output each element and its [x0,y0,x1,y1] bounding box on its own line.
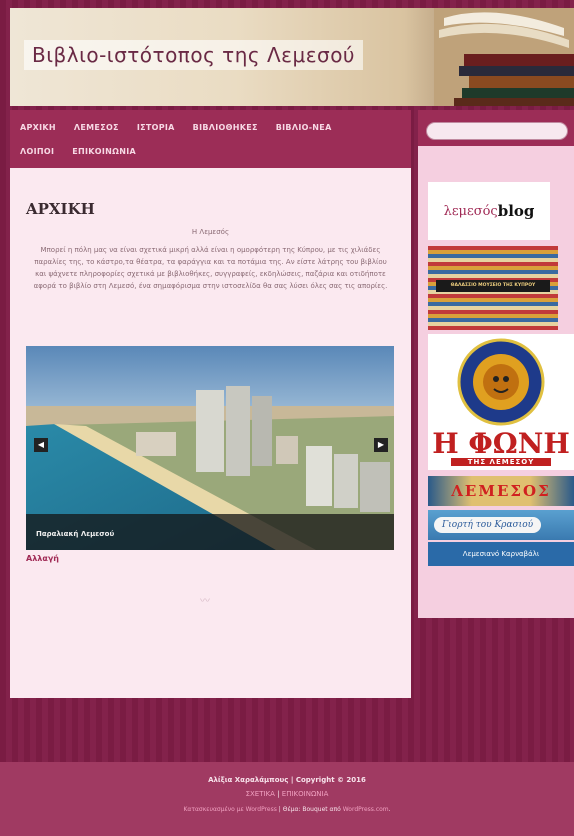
footer-about-link[interactable]: ΣΧΕΤΙΚΑ [246,790,275,798]
sidebar: λεμεσός blog ΘΑΛΑΣΣΙΟ ΜΟΥΣΕΙΟ ΤΗΣ ΚΥΠΡΟΥ … [418,110,574,618]
sidebar-search-bar [418,110,574,146]
lemesos-banner[interactable]: ΛΕΜΕΣΟΣ [428,476,574,506]
maritime-museum-banner[interactable]: ΘΑΛΑΣΣΙΟ ΜΟΥΣΕΙΟ ΤΗΣ ΚΥΠΡΟΥ [428,246,558,330]
footer-separator: | [277,790,280,798]
municipality-seal-banner[interactable] [428,334,574,430]
nav-item-libraries[interactable]: ΒΙΒΛΙΟΘΗΚΕΣ [193,116,258,140]
fonitis-lemesou-banner[interactable]: Η ΦΩΝΗ ΤΗΣ ΛΕΜΕΣΟΥ [428,430,574,470]
footer-contact-link[interactable]: ΕΠΙΚΟΙΝΩΝΙΑ [282,790,329,798]
main-column: ΑΡΧΙΚΗ ΛΕΜΕΣΟΣ ΙΣΤΟΡΙΑ ΒΙΒΛΙΟΘΗΚΕΣ ΒΙΒΛΙ… [10,110,411,698]
footer-wordpress-com-link[interactable]: WordPress.com [343,806,389,813]
search-input[interactable] [426,121,568,140]
wine-festival-label: Γιορτή του Κρασιού [434,517,542,533]
change-link[interactable]: Αλλαγή [26,554,59,563]
nav-item-others[interactable]: ΛΟΙΠΟΙ [20,140,54,164]
site-header: Βιβλιο-ιστότοπος της Λεμεσού [10,8,574,106]
carnival-banner[interactable]: Λεμεσιανό Καρναβάλι [428,542,574,566]
image-slider[interactable]: ◀ ▶ Παραλιακή Λεμεσού [26,346,394,550]
site-footer: Αλίξια Χαραλάμπους | Copyright © 2016 ΣΧ… [0,762,574,836]
divider-ornament: 〰 [200,596,210,607]
footer-wordpress-link[interactable]: Κατασκευασμένο με WordPress [183,806,276,813]
municipality-seal-icon [457,338,545,426]
wine-festival-banner[interactable]: Γιορτή του Κρασιού [428,510,574,540]
slider-prev-button[interactable]: ◀ [34,438,48,452]
site-title[interactable]: Βιβλιο-ιστότοπος της Λεμεσού [24,40,364,70]
museum-label: ΘΑΛΑΣΣΙΟ ΜΟΥΣΕΙΟ ΤΗΣ ΚΥΠΡΟΥ [436,280,550,292]
footer-theme-dot: . [388,806,391,813]
slider-caption: Παραλιακή Λεμεσού [36,530,115,538]
blog-logo-prefix: λεμεσός [443,203,498,219]
lemesos-banner-text: ΛΕΜΕΣΟΣ [451,482,551,500]
footer-copyright: Αλίξια Χαραλάμπους | Copyright © 2016 [208,776,366,784]
nav-item-book-news[interactable]: ΒΙΒΛΙΟ-ΝΕΑ [276,116,332,140]
main-nav: ΑΡΧΙΚΗ ΛΕΜΕΣΟΣ ΙΣΤΟΡΙΑ ΒΙΒΛΙΟΘΗΚΕΣ ΒΙΒΛΙ… [10,110,411,168]
nav-item-contact[interactable]: ΕΠΙΚΟΙΝΩΝΙΑ [72,140,136,164]
nav-item-lemesos[interactable]: ΛΕΜΕΣΟΣ [74,116,119,140]
lemesos-blog-banner[interactable]: λεμεσός blog [428,182,550,240]
nav-item-home[interactable]: ΑΡΧΙΚΗ [20,116,56,140]
footer-credits: Κατασκευασμένο με WordPress | Θέμα: Bouq… [0,806,574,813]
page-subheading: Η Λεμεσός [191,228,230,236]
books-image [434,8,574,106]
blog-logo-suffix: blog [497,202,535,220]
page-title: ΑΡΧΙΚΗ [26,200,95,218]
voice-title: Η ΦΩΝΗ [432,427,570,460]
footer-theme-text: | Θέμα: Bouquet από [276,806,343,813]
nav-item-history[interactable]: ΙΣΤΟΡΙΑ [137,116,175,140]
slider-next-button[interactable]: ▶ [374,438,388,452]
intro-paragraph: Μπορεί η πόλη μας να είναι σχετικά μικρή… [33,246,388,290]
page-content: ΑΡΧΙΚΗ Η Λεμεσός Μπορεί η πόλη μας να εί… [10,200,411,292]
footer-links: ΣΧΕΤΙΚΑ | ΕΠΙΚΟΙΝΩΝΙΑ [0,790,574,798]
